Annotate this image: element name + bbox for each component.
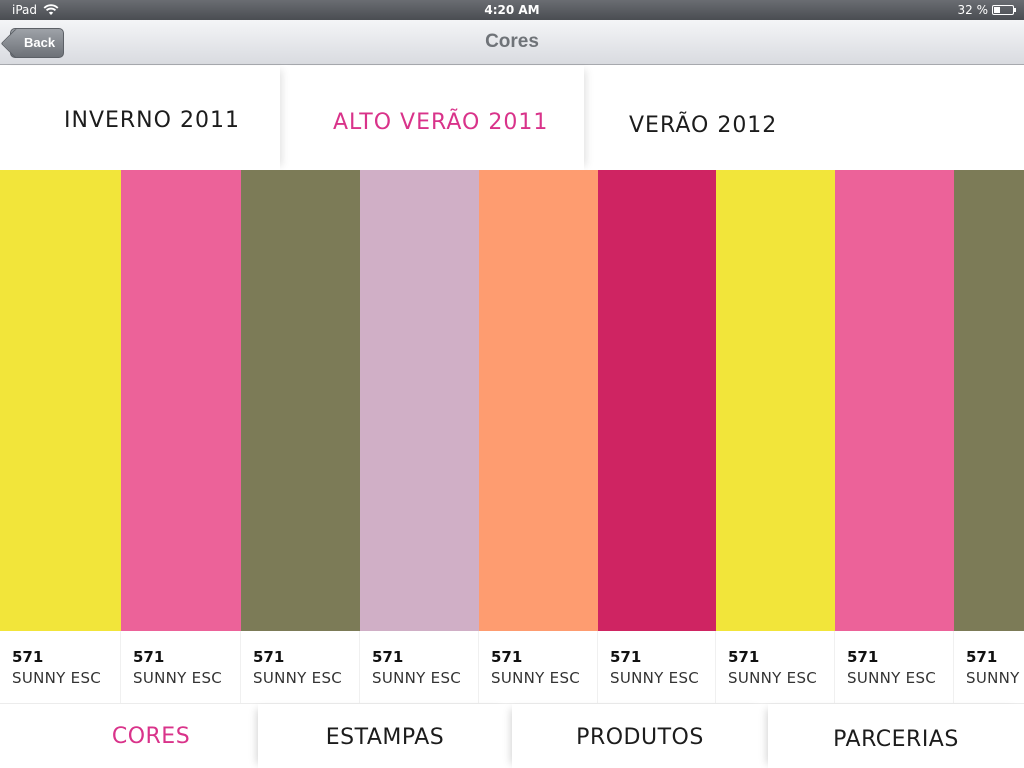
swatch-name: SUNNY ESC xyxy=(491,669,581,687)
swatch-label: 571 SUNNY ESC xyxy=(954,631,1024,703)
color-swatch[interactable]: 571 SUNNY ESC xyxy=(598,170,716,703)
swatch-color-block[interactable] xyxy=(241,170,360,631)
swatch-color-block[interactable] xyxy=(121,170,241,631)
swatch-code: 571 xyxy=(847,648,879,666)
color-swatch[interactable]: 571 SUNNY ESC xyxy=(716,170,835,703)
tab-label: CORES xyxy=(111,724,191,749)
swatch-code: 571 xyxy=(12,648,44,666)
swatch-name: SUNNY ESC xyxy=(253,669,343,687)
page-title: Cores xyxy=(485,31,539,52)
swatch-name: SUNNY ESC xyxy=(610,669,700,687)
status-bar: iPad 4:20 AM 32 % xyxy=(0,0,1024,20)
tab-label: PRODUTOS xyxy=(576,725,704,750)
tab-produtos[interactable]: PRODUTOS xyxy=(512,704,768,768)
swatch-color-block[interactable] xyxy=(479,170,598,631)
color-swatch[interactable]: 571 SUNNY ESC xyxy=(479,170,598,703)
color-swatch-list: 571 SUNNY ESC 571 SUNNY ESC 571 SUNNY ESC 571 S… xyxy=(0,170,1024,703)
tab-cores[interactable]: CORES xyxy=(44,704,258,768)
navigation-bar: Cores Back xyxy=(0,20,1024,65)
color-swatch[interactable]: 571 SUNNY ESC xyxy=(121,170,241,703)
swatch-name: SUNNY ESC xyxy=(372,669,462,687)
swatch-label: 571 SUNNY ESC xyxy=(479,631,598,703)
swatch-label: 571 SUNNY ESC xyxy=(241,631,360,703)
tab-estampas[interactable]: ESTAMPAS xyxy=(258,704,512,768)
swatch-label: 571 SUNNY ESC xyxy=(121,631,241,703)
status-time: 4:20 AM xyxy=(484,3,540,17)
season-selector: INVERNO 2011 ALTO VERÃO 2011 VERÃO 2012 xyxy=(0,66,1024,170)
color-swatch[interactable]: 571 SUNNY ESC xyxy=(954,170,1024,703)
color-swatch[interactable]: 571 SUNNY ESC xyxy=(835,170,954,703)
battery-level xyxy=(994,7,1000,13)
swatch-color-block[interactable] xyxy=(835,170,954,631)
tab-label: PARCERIAS xyxy=(833,727,959,752)
back-button-label: Back xyxy=(24,35,56,50)
swatch-code: 571 xyxy=(728,648,760,666)
swatch-color-block[interactable] xyxy=(360,170,479,631)
back-button[interactable]: Back xyxy=(10,28,64,58)
season-tab-alto-verao-2011[interactable]: ALTO VERÃO 2011 xyxy=(280,66,584,170)
swatch-label: 571 SUNNY ESC xyxy=(835,631,954,703)
bottom-tab-bar: CORES ESTAMPAS PRODUTOS PARCERIAS xyxy=(0,703,1024,768)
swatch-code: 571 xyxy=(610,648,642,666)
swatch-label: 571 SUNNY ESC xyxy=(0,631,121,703)
swatch-code: 571 xyxy=(372,648,404,666)
swatch-color-block[interactable] xyxy=(598,170,716,631)
season-tab-inverno-2011[interactable]: INVERNO 2011 xyxy=(0,66,280,170)
battery-icon xyxy=(992,5,1016,15)
color-swatch[interactable]: 571 SUNNY ESC xyxy=(360,170,479,703)
season-tab-verao-2012[interactable]: VERÃO 2012 xyxy=(584,66,884,170)
swatch-name: SUNNY ESC xyxy=(12,669,102,687)
color-swatch[interactable]: 571 SUNNY ESC xyxy=(241,170,360,703)
swatch-code: 571 xyxy=(966,648,998,666)
swatch-color-block[interactable] xyxy=(0,170,121,631)
swatch-code: 571 xyxy=(491,648,523,666)
swatch-name: SUNNY ESC xyxy=(133,669,223,687)
swatch-label: 571 SUNNY ESC xyxy=(716,631,835,703)
season-tab-label: ALTO VERÃO 2011 xyxy=(333,109,549,135)
swatch-color-block[interactable] xyxy=(716,170,835,631)
swatch-label: 571 SUNNY ESC xyxy=(598,631,716,703)
swatch-label: 571 SUNNY ESC xyxy=(360,631,479,703)
tab-label: ESTAMPAS xyxy=(325,725,445,750)
season-tab-label: VERÃO 2012 xyxy=(629,112,778,138)
battery-percent: 32 % xyxy=(957,3,989,17)
swatch-code: 571 xyxy=(253,648,285,666)
season-tab-label: INVERNO 2011 xyxy=(64,107,240,133)
swatch-name: SUNNY ESC xyxy=(847,669,937,687)
status-right: 32 % xyxy=(957,0,1016,20)
tab-parcerias[interactable]: PARCERIAS xyxy=(768,704,1024,768)
swatch-code: 571 xyxy=(133,648,165,666)
color-swatch[interactable]: 571 SUNNY ESC xyxy=(0,170,121,703)
swatch-name: SUNNY ESC xyxy=(966,669,1024,687)
swatch-name: SUNNY ESC xyxy=(728,669,818,687)
swatch-color-block[interactable] xyxy=(954,170,1024,631)
